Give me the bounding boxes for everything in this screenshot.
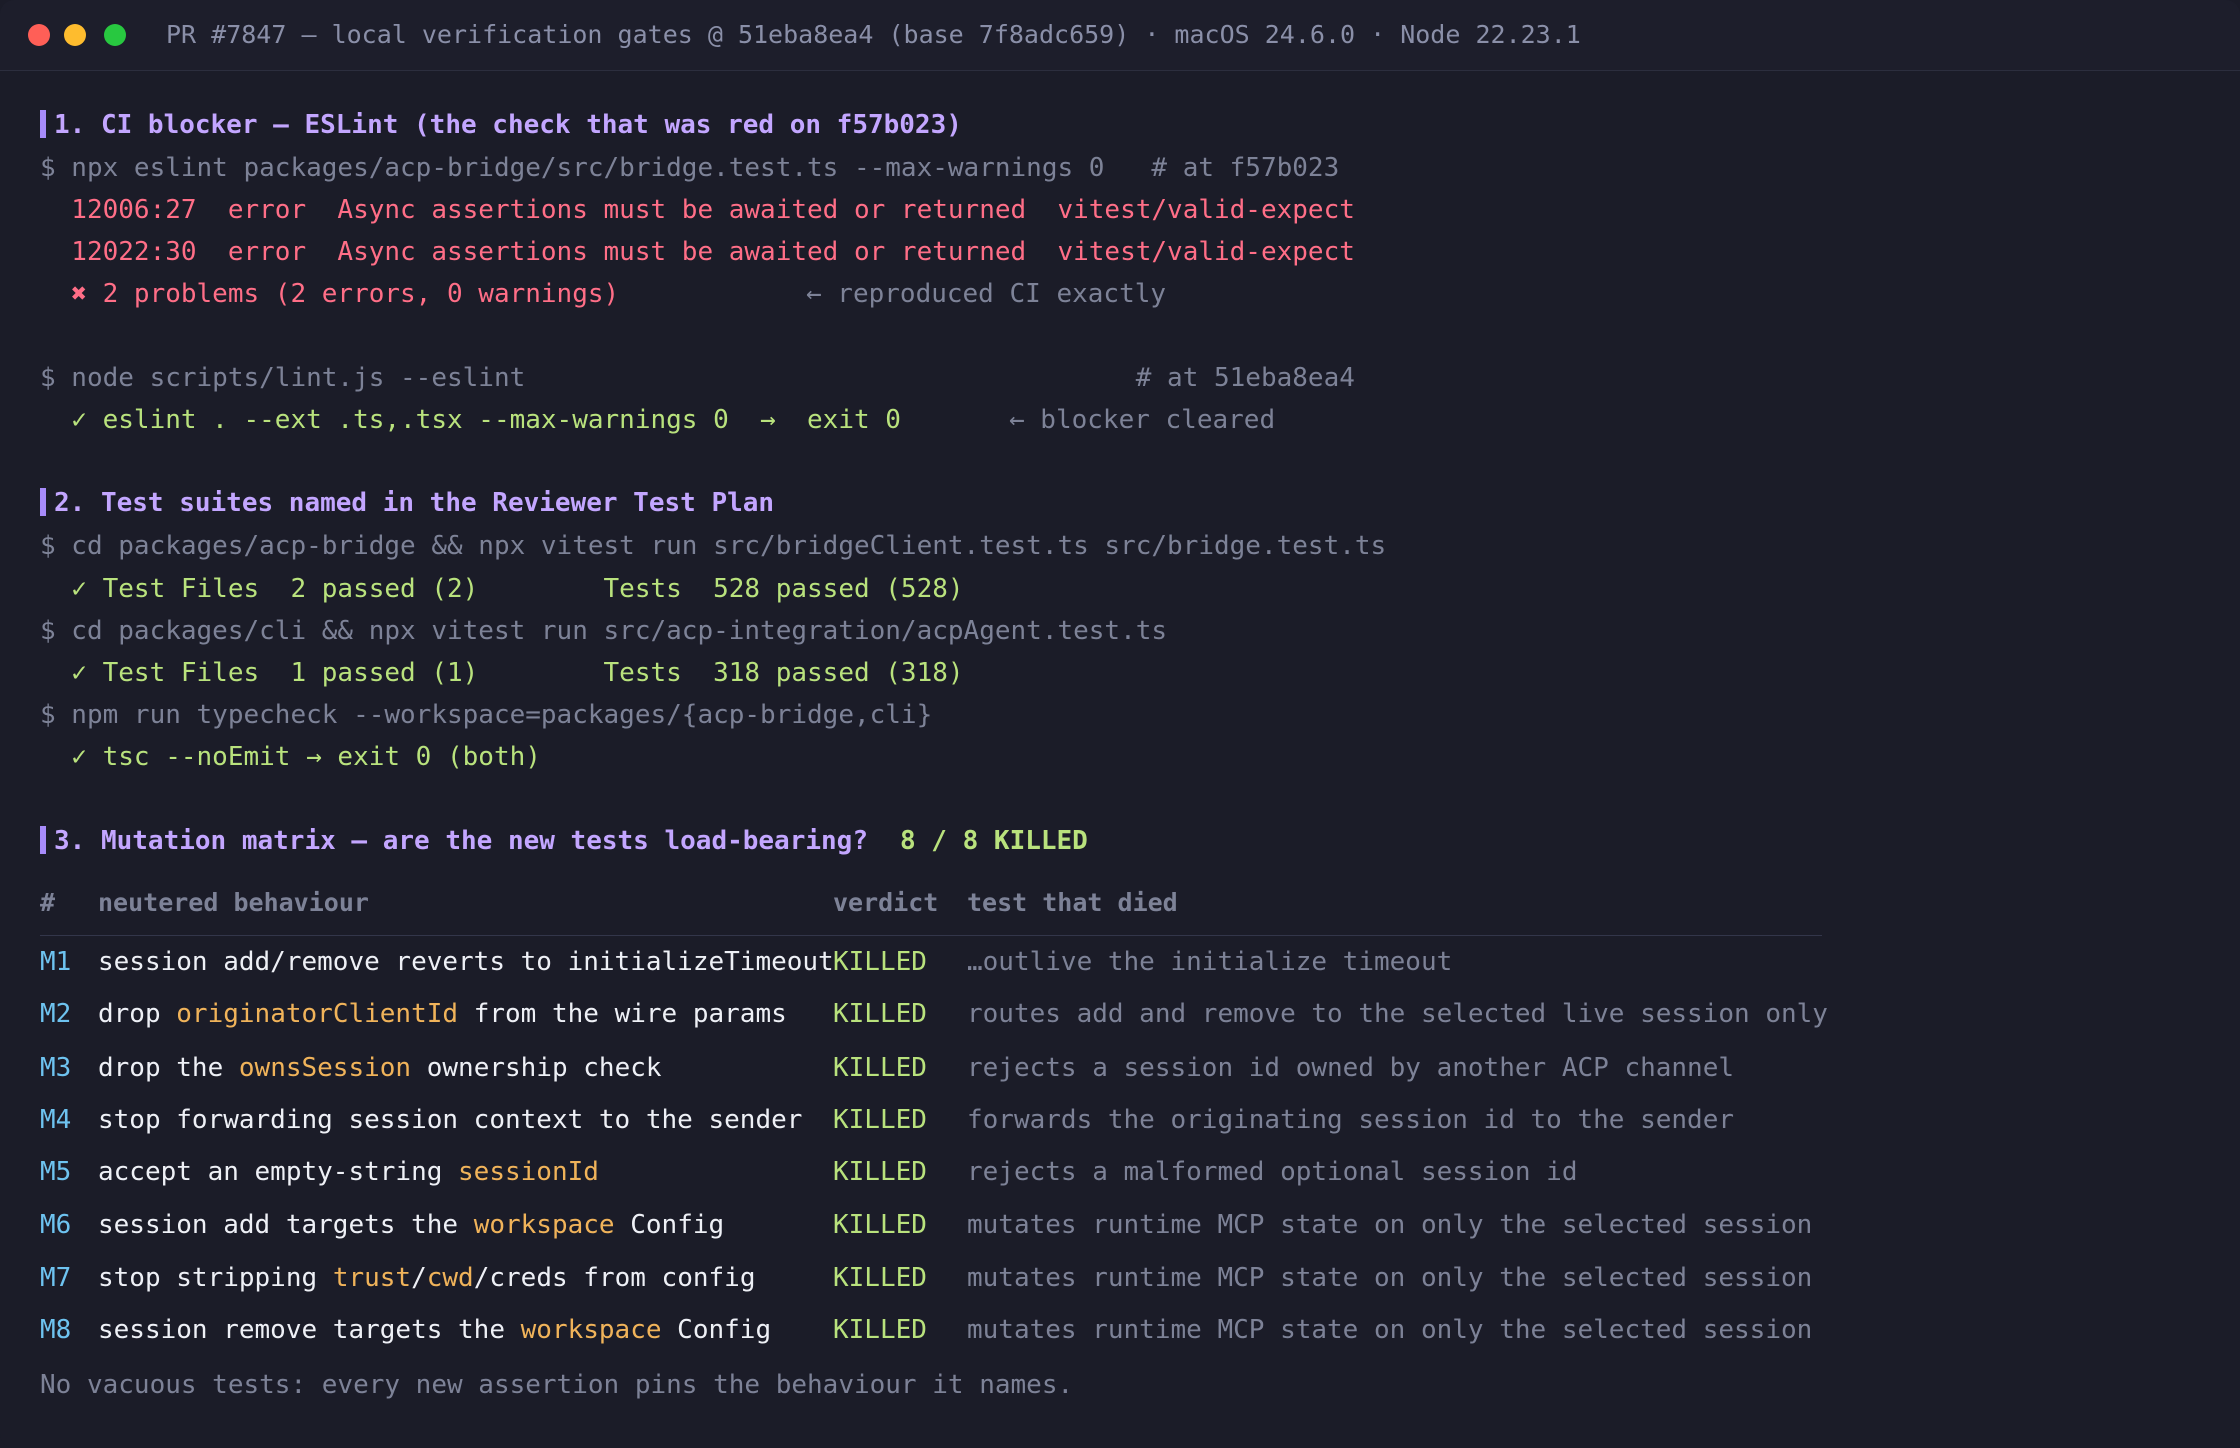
test-that-died: mutates runtime MCP state on only the se…: [967, 1210, 1813, 1240]
neutered-behaviour: stop stripping trust/cwd/creds from conf…: [98, 1260, 755, 1296]
vitest-command: $ cd packages/cli && npx vitest run src/…: [40, 616, 1168, 646]
mutation-id: M3: [40, 1053, 72, 1083]
behaviour-text: /creds from config: [473, 1263, 756, 1293]
test-that-died: forwards the originating session id to t…: [967, 1105, 1735, 1135]
neutered-behaviour: accept an empty-string sessionId: [98, 1154, 599, 1190]
mutation-id: M2: [40, 999, 72, 1029]
neutered-behaviour: session add targets the workspace Config: [98, 1207, 724, 1243]
behaviour-identifier: ownsSession: [238, 1053, 412, 1083]
title-bar: PR #7847 — local verification gates @ 51…: [0, 0, 2240, 71]
test-that-died: rejects a malformed optional session id: [967, 1157, 1578, 1187]
verdict-cell: KILLED: [833, 1053, 927, 1083]
behaviour-text: session remove targets the: [98, 1315, 521, 1345]
close-window-button[interactable]: [28, 24, 50, 46]
behaviour-text: stop forwarding session context to the s…: [98, 1105, 803, 1135]
behaviour-text: ownership check: [411, 1053, 662, 1083]
neutered-behaviour: drop the ownsSession ownership check: [98, 1050, 662, 1086]
behaviour-text: /: [411, 1263, 427, 1293]
terminal-window: PR #7847 — local verification gates @ 51…: [0, 0, 2240, 1448]
verdict-cell: KILLED: [833, 1157, 927, 1187]
eslint-error-line: 12006:27 error Async assertions must be …: [40, 195, 1355, 225]
behaviour-text: Config: [661, 1315, 772, 1345]
mutation-id: M7: [40, 1263, 72, 1293]
lint-script-command: $ node scripts/lint.js --eslint # at 51e…: [40, 363, 1355, 393]
behaviour-identifier: workspace: [473, 1210, 615, 1240]
neutered-behaviour: session add/remove reverts to initialize…: [98, 944, 834, 980]
behaviour-text: drop: [98, 999, 177, 1029]
vitest-result: ✓ Test Files 1 passed (1) Tests 318 pass…: [40, 658, 964, 688]
test-that-died: routes add and remove to the selected li…: [967, 999, 1828, 1029]
vitest-command: $ cd packages/acp-bridge && npx vitest r…: [40, 531, 1387, 561]
column-header-behaviour: neutered behaviour: [98, 888, 369, 917]
column-header-number: #: [40, 888, 56, 917]
vitest-result: ✓ Test Files 2 passed (2) Tests 528 pass…: [40, 574, 964, 604]
behaviour-text: stop stripping: [98, 1263, 333, 1293]
test-that-died: rejects a session id owned by another AC…: [967, 1053, 1735, 1083]
behaviour-text: session add/remove reverts to initialize…: [98, 947, 834, 977]
typecheck-result: ✓ tsc --noEmit → exit 0 (both): [40, 742, 541, 772]
section-3-heading: 3. Mutation matrix — are the new tests l…: [40, 823, 868, 859]
test-that-died: mutates runtime MCP state on only the se…: [967, 1315, 1813, 1345]
verdict-cell: KILLED: [833, 1315, 927, 1345]
neutered-behaviour: stop forwarding session context to the s…: [98, 1102, 802, 1138]
mutation-id: M4: [40, 1105, 72, 1135]
mutation-id: M6: [40, 1210, 72, 1240]
section-marker: [40, 826, 46, 854]
mutation-id: M5: [40, 1157, 72, 1187]
behaviour-identifier: sessionId: [458, 1157, 599, 1187]
eslint-problems-summary: ✖ 2 problems (2 errors, 0 warnings): [40, 279, 620, 309]
zoom-window-button[interactable]: [104, 24, 126, 46]
problems-note: ← reproduced CI exactly: [806, 279, 1167, 309]
section-1-title: 1. CI blocker — ESLint (the check that w…: [54, 110, 962, 140]
behaviour-identifier: trust: [332, 1263, 412, 1293]
neutered-behaviour: session remove targets the workspace Con…: [98, 1312, 771, 1348]
section-3-title: 3. Mutation matrix — are the new tests l…: [54, 826, 868, 856]
mutation-id: M8: [40, 1315, 72, 1345]
neutered-behaviour: drop originatorClientId from the wire pa…: [98, 996, 787, 1032]
section-2-title: 2. Test suites named in the Reviewer Tes…: [54, 488, 775, 518]
window-title: PR #7847 — local verification gates @ 51…: [166, 20, 1581, 49]
typecheck-command: $ npm run typecheck --workspace=packages…: [40, 700, 933, 730]
table-divider: [40, 935, 1822, 936]
eslint-command: $ npx eslint packages/acp-bridge/src/bri…: [40, 153, 1340, 183]
matrix-footer-note: No vacuous tests: every new assertion pi…: [40, 1370, 1074, 1400]
section-2-heading: 2. Test suites named in the Reviewer Tes…: [40, 485, 774, 521]
behaviour-text: session add targets the: [98, 1210, 474, 1240]
column-header-test-died: test that died: [967, 888, 1178, 917]
behaviour-text: Config: [614, 1210, 725, 1240]
behaviour-text: drop the: [98, 1053, 239, 1083]
test-that-died: …outlive the initialize timeout: [967, 947, 1453, 977]
minimize-window-button[interactable]: [64, 24, 86, 46]
mutation-id: M1: [40, 947, 72, 977]
verdict-cell: KILLED: [833, 1263, 927, 1293]
column-header-verdict: verdict: [833, 888, 939, 917]
behaviour-text: accept an empty-string: [98, 1157, 459, 1187]
verdict-cell: KILLED: [833, 1210, 927, 1240]
section-1-heading: 1. CI blocker — ESLint (the check that w…: [40, 107, 962, 143]
verdict-cell: KILLED: [833, 999, 927, 1029]
section-marker: [40, 110, 46, 138]
lint-result: ✓ eslint . --ext .ts,.tsx --max-warnings…: [40, 405, 901, 435]
lint-result-note: ← blocker cleared: [1009, 405, 1276, 435]
test-that-died: mutates runtime MCP state on only the se…: [967, 1263, 1813, 1293]
verdict-cell: KILLED: [833, 1105, 927, 1135]
behaviour-identifier: originatorClientId: [176, 999, 459, 1029]
section-marker: [40, 488, 46, 516]
behaviour-text: from the wire params: [458, 999, 787, 1029]
verdict-cell: KILLED: [833, 947, 927, 977]
behaviour-identifier: cwd: [426, 1263, 474, 1293]
eslint-error-line: 12022:30 error Async assertions must be …: [40, 237, 1355, 267]
kill-summary: 8 / 8 KILLED: [900, 826, 1088, 856]
behaviour-identifier: workspace: [520, 1315, 662, 1345]
